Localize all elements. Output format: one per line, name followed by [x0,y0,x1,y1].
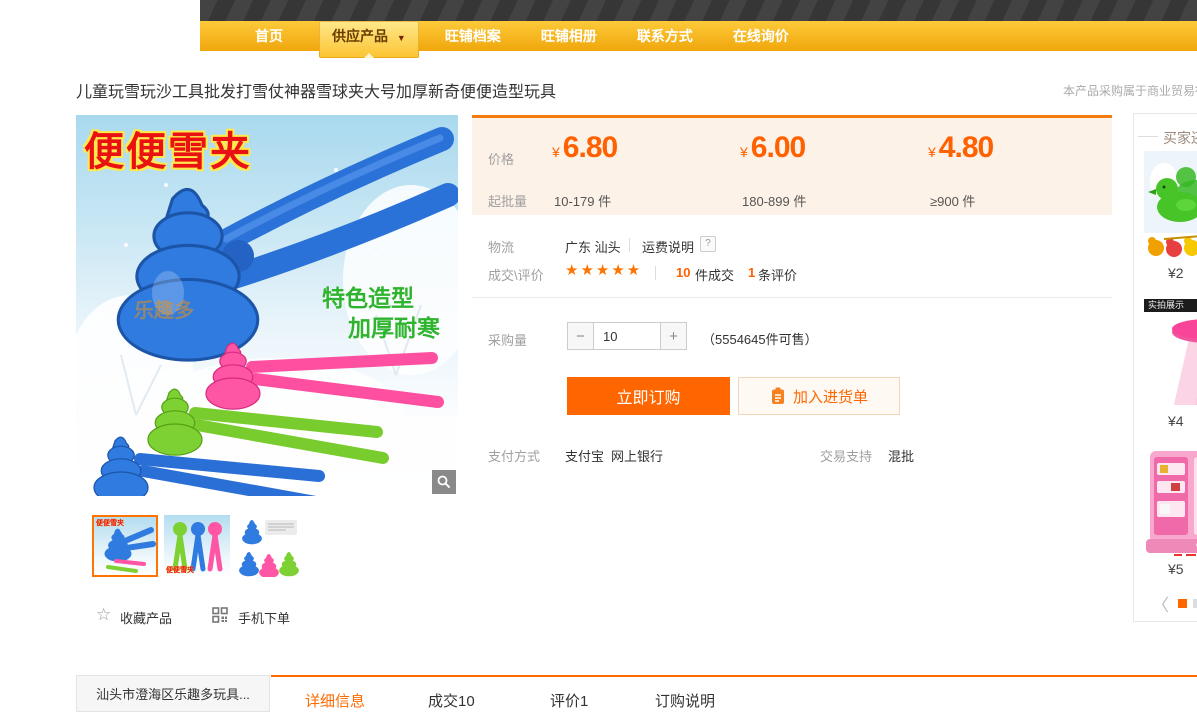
thumbnail-1-caption: 便便雪夹 [96,518,124,528]
tier-2-price: 6.00 [751,131,805,164]
nav-item-home[interactable]: 首页 [255,21,283,51]
tier-1-price: 6.80 [563,131,617,164]
favorite-product-link[interactable]: 收藏产品 [120,608,172,627]
tab-reviews[interactable]: 评价1 [550,690,588,711]
thumbnail-2[interactable]: 便便雪夹 [164,515,230,577]
price-tier-1: ¥6.80 10-179 件 [552,118,732,218]
tabs-top-border [271,675,1197,677]
divider [655,266,656,280]
nav-item-inquiry[interactable]: 在线询价 [733,21,789,51]
price-tier-2: ¥6.00 180-899 件 [740,118,920,218]
nav-products-label: 供应产品 [332,28,388,44]
qty-minus-button[interactable]: − [567,322,594,350]
product-main-image[interactable]: 便便雪夹 特色造型 加厚耐寒 乐趣多 LEQUDUO [76,115,458,496]
header-dash [1138,136,1158,137]
tab-detail-info[interactable]: 详细信息 [305,690,365,711]
quantity-stepper: − + [567,322,687,350]
tier-3-price: 4.80 [939,131,993,164]
trade-note: 本产品采购属于商业贸易行 [1063,82,1197,99]
mobile-order-link[interactable]: 手机下单 [238,608,290,627]
image-feature-text-2: 加厚耐寒 [348,309,440,343]
company-name: 汕头市澄海区乐趣多玩具... [96,684,250,703]
pager-dot-active[interactable] [1178,599,1187,608]
recommended-item-duck-toy[interactable] [1144,151,1197,263]
section-divider [472,297,1112,298]
recommended-item-1-price: ¥2 [1168,265,1184,281]
qty-input[interactable] [594,322,660,350]
image-feature-text-1: 特色造型 [322,279,414,313]
nav-item-products[interactable]: 供应产品 ▼ [319,21,419,58]
main-nav: 首页 供应产品 ▼ 旺铺档案 旺铺相册 联系方式 在线询价 [200,21,1197,51]
purchase-qty-label: 采购量 [488,330,527,349]
trade-support-label: 交易支持 [820,446,872,465]
stock-available-note: （5554645件可售） [702,329,818,348]
magnifier-icon[interactable] [432,470,456,494]
favorite-star-icon[interactable]: ☆ [96,605,111,625]
payment-method-label: 支付方式 [488,446,540,465]
product-page: 首页 供应产品 ▼ 旺铺档案 旺铺相册 联系方式 在线询价 儿童玩雪玩沙工具批发… [0,0,1197,712]
add-to-cart-button[interactable]: 加入进货单 [738,377,900,415]
tier-3-qty: ≥900 件 [930,191,975,210]
thumbnail-1-selected[interactable]: 便便雪夹 [92,515,158,577]
deal-count-suffix[interactable]: 件成交 [695,265,734,284]
add-to-cart-label: 加入进货单 [793,386,868,407]
currency-symbol: ¥ [552,144,560,160]
currency-symbol: ¥ [740,144,748,160]
image-headline-text: 便便雪夹 [84,119,252,177]
tier-1-qty: 10-179 件 [554,191,611,210]
recommendations-sidebar: 买家还 ¥2 [1133,113,1197,622]
trade-support-value: 混批 [888,446,914,465]
recommended-item-stool[interactable]: 实拍展示 [1144,299,1197,411]
logistics-location: 广东 汕头 [565,237,621,256]
qr-code-icon[interactable] [212,607,228,628]
moq-label: 起批量 [488,191,527,210]
photo-badge: 实拍展示 [1144,299,1197,312]
thumbnail-3[interactable] [236,515,302,577]
rating-stars: ★★★★★ [565,261,642,279]
price-label: 价格 [488,149,514,168]
logistics-label: 物流 [488,237,514,256]
sidebar-header: 买家还 [1163,128,1197,148]
recommended-item-2-price: ¥4 [1168,413,1184,429]
help-icon[interactable]: ? [700,236,716,252]
clipboard-icon [770,387,786,405]
nav-item-shop-profile[interactable]: 旺铺档案 [445,21,501,51]
payment-netbank-link[interactable]: 网上银行 [611,446,663,465]
recommended-item-3-price: ¥5 [1168,561,1184,577]
tab-order-info[interactable]: 订购说明 [655,690,715,711]
review-count[interactable]: 1 [748,265,755,280]
qty-plus-button[interactable]: + [660,322,687,350]
divider [629,238,630,252]
chevron-down-icon: ▼ [397,33,406,43]
company-name-box[interactable]: 汕头市澄海区乐趣多玩具... [76,675,270,712]
order-now-button[interactable]: 立即订购 [567,377,730,415]
tab-deals[interactable]: 成交10 [428,690,475,711]
nav-item-contact[interactable]: 联系方式 [637,21,693,51]
currency-symbol: ¥ [928,144,936,160]
top-banner [200,0,1197,21]
price-tier-3: ¥4.80 ≥900 件 [928,118,1108,218]
thumbnail-2-caption: 便便雪夹 [166,565,194,575]
review-count-suffix[interactable]: 条评价 [758,265,797,284]
freight-info-link[interactable]: 运费说明 [642,237,694,256]
watermark-subtext: LEQUDUO [134,321,194,330]
tier-2-qty: 180-899 件 [742,191,806,210]
chevron-left-icon[interactable]: 〈 [1152,591,1169,616]
deals-rating-label: 成交\评价 [488,265,544,284]
watermark-text: 乐趣多 [134,300,194,322]
nav-item-shop-album[interactable]: 旺铺相册 [541,21,597,51]
pager-dot[interactable] [1193,599,1197,608]
price-panel: 价格 起批量 ¥6.80 10-179 件 ¥6.00 180-899 件 ¥4… [472,115,1112,215]
page-title: 儿童玩雪玩沙工具批发打雪仗神器雪球夹大号加厚新奇便便造型玩具 [76,78,556,102]
payment-alipay-link[interactable]: 支付宝 [565,446,604,465]
recommended-item-toy-fridge[interactable] [1144,447,1197,559]
deal-count[interactable]: 10 [676,265,690,280]
shop-watermark: 乐趣多 LEQUDUO [134,301,194,330]
